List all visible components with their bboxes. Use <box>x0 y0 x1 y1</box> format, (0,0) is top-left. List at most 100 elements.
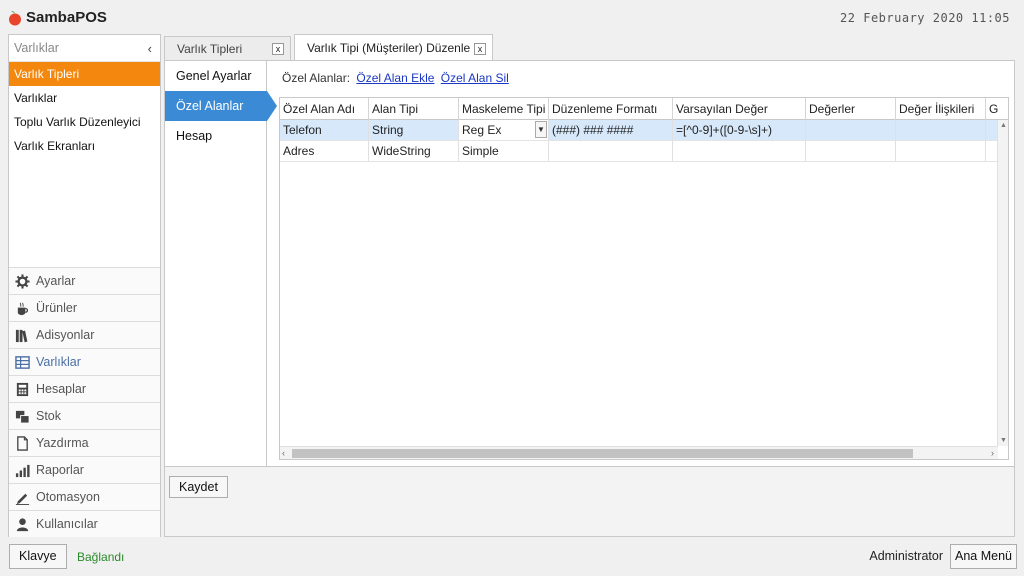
document-tabs: Varlık Tipleri x Varlık Tipi (Müşteriler… <box>164 34 1015 61</box>
left-panel-header: Varlıklar ‹ <box>9 35 160 62</box>
column-header[interactable]: Özel Alan Adı <box>280 98 369 120</box>
masking-type-select[interactable]: Reg Ex ▼ <box>459 120 549 140</box>
nav-item-ayarlar[interactable]: Ayarlar <box>9 267 160 294</box>
main-menu-button[interactable]: Ana Menü <box>950 544 1017 569</box>
module-nav: Ayarlar Ürünler Adisyonlar Varlıklar Hes… <box>9 267 160 537</box>
sidebar-item-toplu-varlik-duzenleyici[interactable]: Toplu Varlık Düzenleyici <box>9 110 160 134</box>
left-panel-title: Varlıklar <box>14 41 59 55</box>
select-value: Reg Ex <box>462 123 502 137</box>
column-header[interactable]: Maskeleme Tipi <box>459 98 549 120</box>
collapse-chevron-icon[interactable]: ‹ <box>148 41 152 56</box>
sidebar-item-varlik-ekranlari[interactable]: Varlık Ekranları <box>9 134 160 158</box>
nav-label: Varlıklar <box>36 355 81 369</box>
nav-label: Kullanıcılar <box>36 517 98 531</box>
table-cell[interactable]: (###) ### #### <box>549 120 673 140</box>
nav-label: Yazdırma <box>36 436 89 450</box>
left-panel: Varlıklar ‹ Varlık Tipleri Varlıklar Top… <box>8 34 161 537</box>
top-bar: SambaPOS 22 February 2020 11:05 <box>0 0 1024 34</box>
editor-sections: Genel Ayarlar Özel Alanlar Hesap <box>165 61 277 466</box>
table-cell[interactable]: Simple <box>459 141 549 161</box>
keyboard-button[interactable]: Klavye <box>9 544 67 569</box>
tomato-logo-icon <box>9 10 21 25</box>
pen-icon <box>14 489 30 505</box>
nav-label: Hesaplar <box>36 382 87 396</box>
main-area: Varlık Tipleri x Varlık Tipi (Müşteriler… <box>164 34 1015 537</box>
table-cell[interactable] <box>896 120 986 140</box>
table-cell[interactable]: String <box>369 120 459 140</box>
bar-chart-icon <box>14 462 30 478</box>
table-cell[interactable]: WideString <box>369 141 459 161</box>
section-hesap[interactable]: Hesap <box>165 121 266 151</box>
column-header[interactable]: Değer İlişkileri <box>896 98 986 120</box>
gear-icon <box>14 273 30 289</box>
section-ozel-alanlar[interactable]: Özel Alanlar <box>165 91 277 121</box>
nav-item-raporlar[interactable]: Raporlar <box>9 456 160 483</box>
app-logo: SambaPOS <box>8 9 107 26</box>
close-icon[interactable]: x <box>272 43 284 55</box>
table-grid-icon <box>14 354 30 370</box>
datetime-display: 22 February 2020 11:05 <box>840 11 1010 25</box>
nav-item-kullanicilar[interactable]: Kullanıcılar <box>9 510 160 537</box>
nav-label: Ürünler <box>36 301 77 315</box>
books-icon <box>14 327 30 343</box>
nav-item-otomasyon[interactable]: Otomasyon <box>9 483 160 510</box>
column-header[interactable]: Varsayılan Değer <box>673 98 806 120</box>
table-row[interactable]: Telefon String Reg Ex ▼ (###) ### #### =… <box>280 120 1008 141</box>
nav-item-urunler[interactable]: Ürünler <box>9 294 160 321</box>
chevron-down-icon[interactable]: ▼ <box>535 121 547 138</box>
nav-label: Adisyonlar <box>36 328 95 342</box>
table-row[interactable]: Adres WideString Simple <box>280 141 1008 162</box>
scroll-up-icon[interactable]: ▲ <box>1000 122 1007 129</box>
grid-header: Özel Alan Adı Alan Tipi Maskeleme Tipi D… <box>280 98 1008 120</box>
nav-label: Stok <box>36 409 62 423</box>
custom-fields-panel: Özel Alanlar: Özel Alan Ekle Özel Alan S… <box>279 61 1014 466</box>
custom-fields-label: Özel Alanlar: <box>282 71 351 85</box>
editor-content: Genel Ayarlar Özel Alanlar Hesap Özel Al… <box>164 60 1015 467</box>
tab-varlik-tipi-duzenle[interactable]: Varlık Tipi (Müşteriler) Düzenle x <box>294 34 493 61</box>
nav-item-hesaplar[interactable]: Hesaplar <box>9 375 160 402</box>
table-cell[interactable] <box>806 141 896 161</box>
table-cell[interactable] <box>549 141 673 161</box>
vertical-scrollbar[interactable]: ▲ ▼ <box>997 120 1008 446</box>
tab-label: Varlık Tipi (Müşteriler) Düzenle <box>307 41 471 55</box>
custom-fields-toolbar: Özel Alanlar: Özel Alan Ekle Özel Alan S… <box>282 71 509 85</box>
stack-icon <box>14 408 30 424</box>
tab-label: Varlık Tipleri <box>177 41 243 56</box>
section-genel-ayarlar[interactable]: Genel Ayarlar <box>165 61 266 91</box>
table-cell[interactable]: Adres <box>280 141 369 161</box>
table-cell[interactable] <box>896 141 986 161</box>
column-header[interactable]: Değerler <box>806 98 896 120</box>
column-header[interactable]: Düzenleme Formatı <box>549 98 673 120</box>
document-icon <box>14 435 30 451</box>
table-cell[interactable]: Telefon <box>280 120 369 140</box>
nav-item-yazdirma[interactable]: Yazdırma <box>9 429 160 456</box>
coffee-cup-icon <box>14 300 30 316</box>
scroll-right-icon[interactable]: › <box>991 448 994 458</box>
nav-label: Ayarlar <box>36 274 76 288</box>
table-cell[interactable]: =[^0-9]+([0-9-\s]+) <box>673 120 806 140</box>
column-header[interactable]: G <box>986 98 1008 120</box>
scroll-left-icon[interactable]: ‹ <box>282 448 285 458</box>
save-button[interactable]: Kaydet <box>169 476 228 498</box>
column-header[interactable]: Alan Tipi <box>369 98 459 120</box>
scroll-down-icon[interactable]: ▼ <box>1000 437 1007 444</box>
user-icon <box>14 516 30 532</box>
delete-custom-field-link[interactable]: Özel Alan Sil <box>441 71 509 85</box>
nav-item-adisyonlar[interactable]: Adisyonlar <box>9 321 160 348</box>
table-cell[interactable] <box>673 141 806 161</box>
table-cell[interactable] <box>806 120 896 140</box>
status-bar: Klavye Bağlandı Administrator Ana Menü <box>0 540 1024 576</box>
horizontal-scrollbar[interactable]: ‹ › <box>280 446 998 459</box>
nav-item-stok[interactable]: Stok <box>9 402 160 429</box>
custom-fields-grid: Özel Alan Adı Alan Tipi Maskeleme Tipi D… <box>279 97 1009 460</box>
editor-actions: Kaydet <box>164 467 1015 537</box>
add-custom-field-link[interactable]: Özel Alan Ekle <box>356 71 434 85</box>
sidebar-item-varlik-tipleri[interactable]: Varlık Tipleri <box>9 62 160 86</box>
tab-varlik-tipleri[interactable]: Varlık Tipleri x <box>164 36 291 60</box>
sidebar-item-varliklar[interactable]: Varlıklar <box>9 86 160 110</box>
calculator-icon <box>14 381 30 397</box>
nav-item-varliklar[interactable]: Varlıklar <box>9 348 160 375</box>
close-icon[interactable]: x <box>474 43 486 55</box>
nav-label: Raporlar <box>36 463 84 477</box>
scrollbar-thumb[interactable] <box>292 449 913 458</box>
